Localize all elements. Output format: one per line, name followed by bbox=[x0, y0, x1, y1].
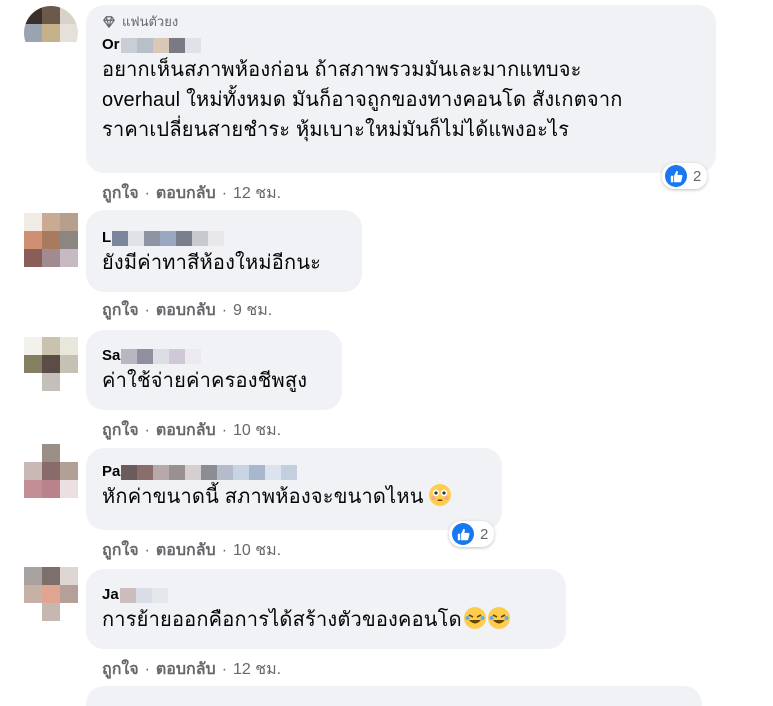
next-comment-bubble bbox=[86, 686, 702, 706]
avatar[interactable] bbox=[24, 213, 78, 267]
like-link[interactable]: ถูกใจ bbox=[102, 422, 139, 439]
avatar[interactable] bbox=[24, 337, 78, 391]
reply-link[interactable]: ตอบกลับ bbox=[156, 422, 216, 439]
like-link[interactable]: ถูกใจ bbox=[102, 661, 139, 678]
comment-actions: ถูกใจ · ตอบกลับ · 9 ชม. bbox=[102, 302, 273, 319]
commenter-name[interactable]: Or bbox=[102, 35, 702, 55]
comment-bubble: แฟนตัวยง Or อยากเห็นสภาพห้องก่อน ถ้าสภาพ… bbox=[86, 5, 716, 173]
like-icon bbox=[665, 165, 687, 187]
rolling-laughing-emoji bbox=[487, 607, 510, 629]
like-icon bbox=[452, 523, 474, 545]
comment-text: ยังมีค่าทาสีห้องใหม่อีกนะ bbox=[102, 252, 322, 274]
comment-bubble: L ยังมีค่าทาสีห้องใหม่อีกนะ bbox=[86, 210, 362, 292]
like-link[interactable]: ถูกใจ bbox=[102, 302, 139, 319]
reply-link[interactable]: ตอบกลับ bbox=[156, 661, 216, 678]
reaction-summary[interactable]: 2 bbox=[449, 521, 495, 547]
name-redaction bbox=[119, 587, 168, 603]
comment-bubble: Ja การย้ายออกคือการได้สร้างตัวของคอนโด bbox=[86, 569, 566, 649]
reply-link[interactable]: ตอบกลับ bbox=[156, 185, 216, 202]
comment-bubble: Pa หักค่าขนาดนี้ สภาพห้องจะขนาดไหน bbox=[86, 448, 502, 530]
reaction-summary[interactable]: 2 bbox=[662, 163, 708, 189]
timestamp[interactable]: 9 ชม. bbox=[233, 302, 272, 319]
timestamp[interactable]: 12 ชม. bbox=[233, 661, 281, 678]
comment-text: อยากเห็นสภาพห้องก่อน ถ้าสภาพรวมมันเละมาก… bbox=[102, 59, 623, 141]
name-redaction bbox=[112, 230, 225, 246]
comment-actions: ถูกใจ · ตอบกลับ · 12 ชม. bbox=[102, 661, 282, 678]
comment-text: หักค่าขนาดนี้ สภาพห้องจะขนาดไหน bbox=[102, 482, 488, 512]
timestamp[interactable]: 10 ชม. bbox=[233, 542, 281, 559]
avatar[interactable] bbox=[24, 444, 78, 498]
comment-actions: ถูกใจ · ตอบกลับ · 12 ชม. bbox=[102, 185, 282, 202]
comment-actions: ถูกใจ · ตอบกลับ · 10 ชม. bbox=[102, 542, 282, 559]
commenter-name[interactable]: Pa bbox=[102, 462, 488, 482]
avatar[interactable] bbox=[24, 567, 78, 621]
comment-bubble: Sa ค่าใช้จ่ายค่าครองชีพสูง bbox=[86, 330, 342, 410]
like-link[interactable]: ถูกใจ bbox=[102, 185, 139, 202]
reaction-count: 2 bbox=[480, 525, 489, 543]
commenter-name[interactable]: Ja bbox=[102, 585, 552, 605]
name-redaction bbox=[120, 37, 201, 53]
name-redaction bbox=[121, 348, 202, 364]
comment-text: การย้ายออกคือการได้สร้างตัวของคอนโด bbox=[102, 605, 552, 635]
commenter-name[interactable]: L bbox=[102, 228, 348, 248]
flushed-face-emoji bbox=[429, 484, 452, 506]
reply-link[interactable]: ตอบกลับ bbox=[156, 302, 216, 319]
badge-label: แฟนตัวยง bbox=[122, 14, 179, 29]
comment-text: ค่าใช้จ่ายค่าครองชีพสูง bbox=[102, 370, 308, 392]
name-redaction bbox=[121, 464, 298, 480]
top-fan-badge: แฟนตัวยง bbox=[102, 13, 702, 31]
diamond-icon bbox=[103, 16, 115, 28]
like-link[interactable]: ถูกใจ bbox=[102, 542, 139, 559]
reply-link[interactable]: ตอบกลับ bbox=[156, 542, 216, 559]
timestamp[interactable]: 10 ชม. bbox=[233, 422, 281, 439]
avatar[interactable] bbox=[24, 6, 78, 60]
rolling-laughing-emoji bbox=[463, 607, 486, 629]
timestamp[interactable]: 12 ชม. bbox=[233, 185, 281, 202]
comment-actions: ถูกใจ · ตอบกลับ · 10 ชม. bbox=[102, 422, 282, 439]
commenter-name[interactable]: Sa bbox=[102, 346, 328, 366]
reaction-count: 2 bbox=[693, 167, 702, 185]
